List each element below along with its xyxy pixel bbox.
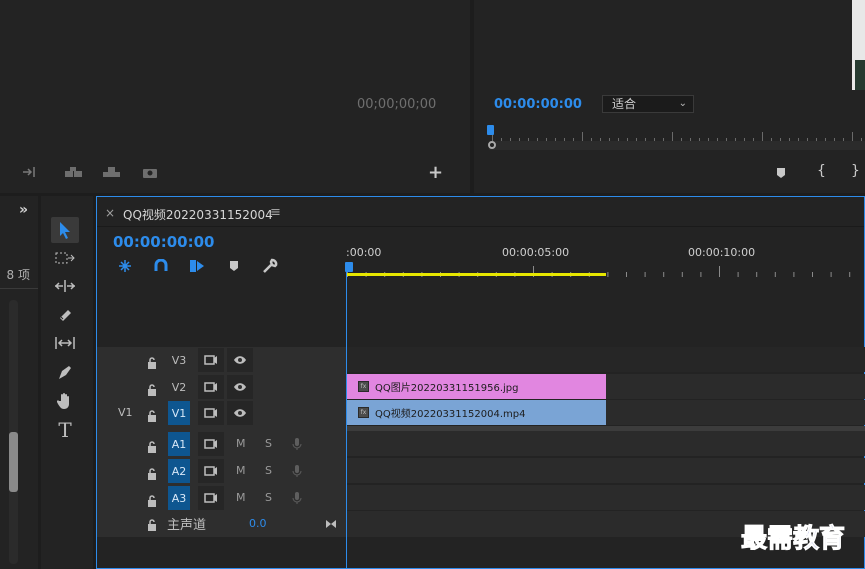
eye-icon[interactable]	[227, 375, 253, 399]
hand-tool[interactable]	[51, 388, 79, 414]
divider	[97, 226, 864, 227]
track-target-a1[interactable]: A1	[168, 432, 190, 456]
fit-dropdown-value: 适合	[612, 97, 637, 111]
program-zoom-bar[interactable]	[489, 141, 865, 150]
source-timecode[interactable]: 00;00;00;00	[357, 97, 436, 112]
project-item-count: 8 项	[6, 268, 30, 282]
bowtie-icon[interactable]	[325, 514, 337, 533]
program-monitor: 00:00:00:00 适合 ⌄ { }	[474, 0, 865, 193]
marker-icon[interactable]	[775, 166, 787, 180]
timeline-playhead[interactable]	[345, 262, 353, 272]
panel-menu-icon[interactable]: ≡	[270, 205, 281, 220]
source-patch-v1[interactable]: V1	[118, 406, 133, 419]
lock-icon[interactable]	[147, 381, 157, 400]
fx-badge-icon: fx	[358, 407, 369, 418]
ripple-edit-tool[interactable]	[51, 273, 79, 299]
lock-icon[interactable]	[147, 492, 157, 511]
insert-icon[interactable]	[21, 165, 39, 179]
track-target-a3[interactable]: A3	[168, 486, 190, 510]
mute-button[interactable]: M	[236, 491, 246, 504]
track-target-v1[interactable]: V1	[168, 401, 190, 425]
track-target-v2[interactable]: V2	[168, 375, 190, 399]
eye-icon[interactable]	[227, 348, 253, 372]
track-target-v3[interactable]: V3	[168, 348, 190, 372]
project-scrollbar-thumb[interactable]	[9, 432, 18, 492]
clip-image-name: QQ图片20220331151956.jpg	[375, 383, 519, 394]
nest-icon[interactable]	[117, 258, 133, 274]
source-monitor: 00;00;00;00 +	[0, 0, 470, 193]
chevron-down-icon: ⌄	[678, 98, 687, 109]
overwrite-icon[interactable]	[64, 165, 84, 179]
sync-lock-icon[interactable]	[198, 348, 224, 372]
watermark: 最需教育	[740, 524, 846, 555]
fx-badge-icon: fx	[358, 381, 369, 392]
sequence-tab[interactable]: QQ视频20220331152004	[123, 206, 273, 223]
close-tab-icon[interactable]: ×	[105, 206, 115, 220]
mute-button[interactable]: M	[236, 464, 246, 477]
solo-button[interactable]: S	[265, 464, 272, 477]
work-area-bar[interactable]	[347, 273, 606, 276]
video-frame-detail	[855, 60, 865, 90]
lock-icon[interactable]	[147, 407, 157, 426]
lock-icon[interactable]	[147, 354, 157, 373]
type-tool[interactable]: T	[51, 417, 79, 443]
wrench-icon[interactable]	[261, 257, 279, 275]
camera-icon[interactable]	[141, 165, 159, 179]
ruler-label-0: :00:00	[346, 246, 382, 259]
snap-icon[interactable]	[153, 258, 169, 274]
add-button[interactable]: +	[428, 162, 443, 183]
master-volume-value[interactable]: 0.0	[249, 517, 267, 530]
razor-tool[interactable]	[51, 302, 79, 328]
linked-selection-icon[interactable]	[189, 258, 205, 274]
pen-tool[interactable]	[51, 360, 79, 386]
slip-tool[interactable]	[51, 330, 79, 356]
sync-lock-icon[interactable]	[198, 459, 224, 483]
mute-button[interactable]: M	[236, 437, 246, 450]
sync-lock-icon[interactable]	[198, 375, 224, 399]
mark-out-icon[interactable]: }	[851, 163, 860, 179]
sync-lock-icon[interactable]	[198, 432, 224, 456]
program-timecode[interactable]: 00:00:00:00	[494, 97, 582, 112]
project-panel: » 8 项	[0, 196, 38, 569]
mark-in-icon[interactable]: {	[817, 163, 826, 179]
lock-icon[interactable]	[147, 516, 157, 535]
microphone-icon[interactable]	[292, 463, 302, 482]
master-track-label: 主声道	[167, 518, 207, 533]
add-marker-icon[interactable]	[228, 259, 240, 273]
clip-video[interactable]: fx QQ视频20220331152004.mp4	[347, 400, 606, 425]
ruler-label-10: 00:00:10:00	[688, 246, 756, 259]
timeline-timecode[interactable]: 00:00:00:00	[113, 233, 215, 251]
fit-dropdown[interactable]: 适合 ⌄	[602, 95, 694, 113]
solo-button[interactable]: S	[265, 491, 272, 504]
sync-lock-icon[interactable]	[198, 401, 224, 425]
lane-a2[interactable]	[347, 458, 865, 483]
lane-v3[interactable]	[347, 347, 865, 372]
export-frame-icon[interactable]	[102, 165, 122, 179]
zoom-handle[interactable]	[488, 141, 496, 149]
lock-icon[interactable]	[147, 465, 157, 484]
lock-icon[interactable]	[147, 438, 157, 457]
microphone-icon[interactable]	[292, 490, 302, 509]
microphone-icon[interactable]	[292, 436, 302, 455]
sync-lock-icon[interactable]	[198, 486, 224, 510]
selection-tool[interactable]	[51, 217, 79, 243]
clip-video-name: QQ视频20220331152004.mp4	[375, 409, 526, 420]
program-playhead[interactable]	[487, 125, 494, 135]
lane-a1[interactable]	[347, 431, 865, 456]
ruler-label-5: 00:00:05:00	[502, 246, 570, 259]
lane-a3[interactable]	[347, 485, 865, 510]
clip-image[interactable]: fx QQ图片20220331151956.jpg	[347, 374, 606, 399]
eye-icon[interactable]	[227, 401, 253, 425]
program-ruler[interactable]	[492, 128, 865, 143]
expand-panels-icon[interactable]: »	[19, 202, 28, 218]
track-select-tool[interactable]	[51, 245, 79, 271]
solo-button[interactable]: S	[265, 437, 272, 450]
divider	[0, 288, 38, 289]
track-target-a2[interactable]: A2	[168, 459, 190, 483]
